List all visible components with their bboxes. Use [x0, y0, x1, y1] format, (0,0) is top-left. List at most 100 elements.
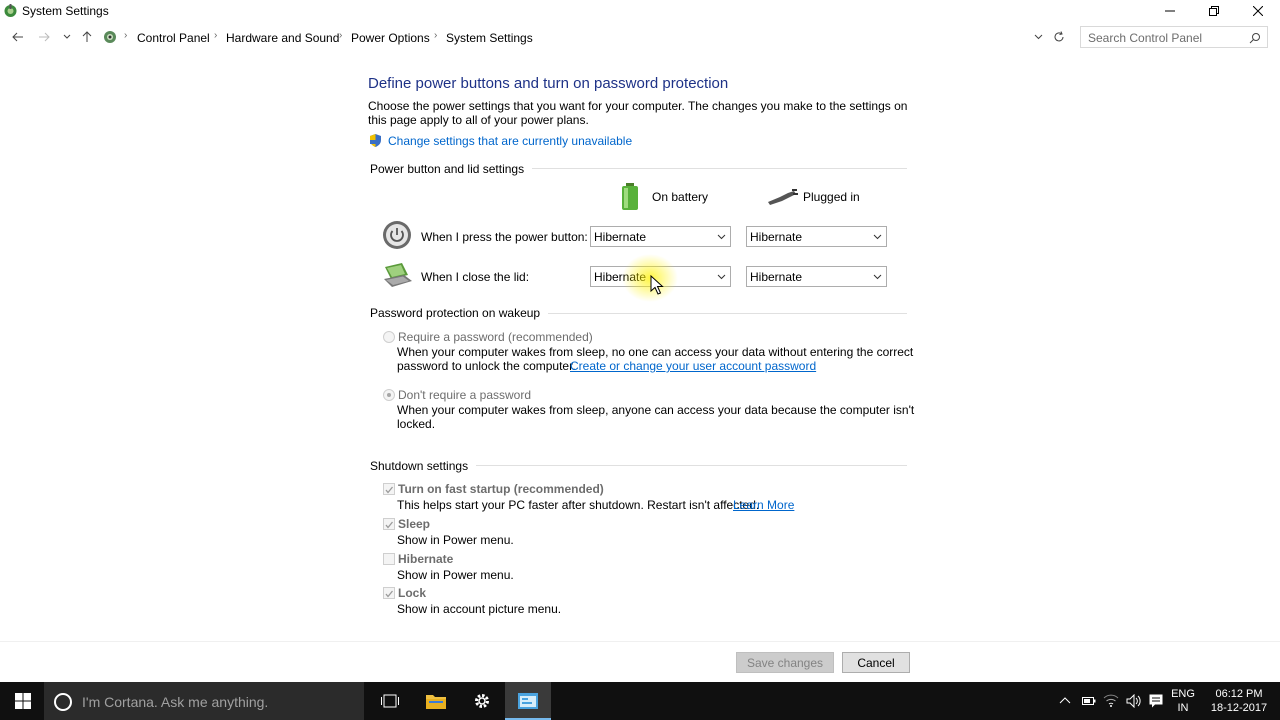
dont-require-password-radio[interactable] — [383, 389, 395, 401]
sleep-label: Sleep — [398, 517, 431, 531]
language-indicator[interactable]: ENG IN — [1168, 687, 1198, 715]
folder-icon — [426, 695, 446, 709]
select-value: Hibernate — [750, 270, 803, 284]
search-icon[interactable] — [1249, 32, 1261, 44]
dont-require-password-desc: When your computer wakes from sleep, any… — [397, 403, 915, 417]
settings-app-button[interactable] — [459, 682, 505, 720]
lock-label: Lock — [398, 586, 427, 600]
arrow-up-icon — [82, 31, 92, 42]
change-password-link[interactable]: Create or change your user account passw… — [570, 359, 816, 373]
battery-icon — [622, 183, 638, 210]
file-explorer-button[interactable] — [413, 682, 459, 720]
search-input[interactable]: Search Control Panel — [1080, 26, 1268, 48]
shutdown-section-label: Shutdown settings — [370, 459, 477, 473]
check-icon — [385, 486, 394, 494]
clock-date: 18-12-2017 — [1210, 702, 1268, 714]
clock[interactable]: 06:12 PM 18-12-2017 — [1204, 687, 1274, 715]
hibernate-desc: Show in Power menu. — [397, 568, 514, 582]
address-bar[interactable]: › Control Panel › Hardware and Sound › P… — [100, 26, 1050, 48]
windows-logo-icon — [15, 693, 31, 709]
close-button[interactable] — [1236, 0, 1280, 22]
require-password-label: Require a password (recommended) — [398, 330, 593, 344]
back-button[interactable] — [8, 26, 28, 48]
forward-button[interactable] — [34, 26, 54, 48]
cortana-icon — [54, 693, 72, 711]
chevron-right-icon: › — [124, 30, 128, 41]
hibernate-label: Hibernate — [398, 552, 454, 566]
sleep-checkbox[interactable] — [383, 518, 395, 530]
close-lid-plugged-select[interactable]: Hibernate — [746, 266, 887, 287]
shield-icon — [370, 134, 381, 147]
power-button-battery-select[interactable]: Hibernate — [590, 226, 731, 247]
clock-time: 06:12 PM — [1215, 688, 1263, 700]
fast-startup-desc: This helps start your PC faster after sh… — [397, 498, 760, 512]
task-view-button[interactable] — [367, 682, 413, 720]
language-code: ENG — [1171, 688, 1195, 700]
power-button-label: When I press the power button: — [421, 230, 588, 244]
cortana-search[interactable]: I'm Cortana. Ask me anything. — [44, 682, 364, 720]
gear-icon — [475, 694, 489, 708]
up-button[interactable] — [77, 26, 97, 48]
breadcrumb-system-settings[interactable]: System Settings — [446, 31, 533, 45]
close-lid-label: When I close the lid: — [421, 270, 530, 284]
recent-locations-button[interactable] — [57, 26, 77, 48]
region-code: IN — [1177, 702, 1189, 714]
chevron-down-icon — [873, 234, 882, 240]
fast-startup-checkbox[interactable] — [383, 483, 395, 495]
lock-checkbox[interactable] — [383, 587, 395, 599]
minimize-button[interactable] — [1148, 0, 1192, 22]
lock-desc: Show in account picture menu. — [397, 602, 562, 616]
minimize-icon — [1165, 10, 1175, 12]
breadcrumb-hardware-and-sound[interactable]: Hardware and Sound — [226, 31, 339, 45]
wifi-icon[interactable] — [1103, 693, 1119, 707]
action-center-icon[interactable] — [1149, 694, 1163, 708]
chevron-right-icon: › — [434, 30, 438, 41]
volume-icon[interactable] — [1126, 694, 1142, 708]
require-password-radio[interactable] — [383, 331, 395, 343]
change-settings-link[interactable]: Change settings that are currently unava… — [388, 134, 632, 148]
control-panel-taskbar-button[interactable] — [505, 682, 551, 720]
hibernate-checkbox[interactable] — [383, 553, 395, 565]
plug-icon — [768, 189, 798, 205]
chevron-down-icon — [63, 34, 71, 39]
navigation-bar: › Control Panel › Hardware and Sound › P… — [0, 24, 1280, 50]
footer-divider — [0, 641, 1280, 642]
fast-startup-label: Turn on fast startup (recommended) — [398, 482, 604, 496]
arrow-right-icon — [39, 32, 50, 42]
save-changes-button[interactable]: Save changes — [736, 652, 834, 673]
breadcrumb-power-options[interactable]: Power Options — [351, 31, 430, 45]
power-button-plugged-select[interactable]: Hibernate — [746, 226, 887, 247]
chevron-up-icon[interactable] — [1059, 696, 1071, 704]
chevron-right-icon: › — [339, 30, 343, 41]
cursor-highlight — [622, 254, 678, 302]
learn-more-link[interactable]: Learn More — [733, 498, 794, 512]
power-button-icon — [383, 221, 411, 249]
refresh-button[interactable] — [1049, 26, 1069, 48]
sleep-desc: Show in Power menu. — [397, 533, 514, 547]
restore-icon — [1209, 6, 1219, 16]
restore-button[interactable] — [1192, 0, 1236, 22]
chevron-down-icon — [873, 274, 882, 280]
chevron-down-icon[interactable] — [1034, 34, 1043, 40]
require-password-desc-2: password to unlock the computer. — [397, 359, 576, 373]
chevron-right-icon: › — [214, 30, 218, 41]
breadcrumb-control-panel[interactable]: Control Panel — [137, 31, 210, 45]
require-password-desc: When your computer wakes from sleep, no … — [397, 345, 914, 359]
chevron-down-icon — [717, 274, 726, 280]
dont-require-password-label: Don't require a password — [398, 388, 532, 402]
page-description: Choose the power settings that you want … — [368, 99, 908, 127]
laptop-lid-icon — [384, 263, 412, 287]
control-panel-window-icon — [518, 693, 538, 709]
cancel-button[interactable]: Cancel — [842, 652, 910, 673]
cortana-placeholder: I'm Cortana. Ask me anything. — [82, 694, 269, 710]
start-button[interactable] — [0, 682, 46, 720]
plugged-in-header: Plugged in — [803, 190, 860, 204]
power-section-label: Power button and lid settings — [370, 162, 533, 176]
password-section-label: Password protection on wakeup — [370, 306, 549, 320]
task-view-icon — [381, 694, 399, 708]
battery-tray-icon[interactable] — [1082, 695, 1096, 707]
arrow-left-icon — [12, 32, 23, 42]
page-title: Define power buttons and turn on passwor… — [368, 75, 729, 92]
search-placeholder: Search Control Panel — [1088, 31, 1203, 45]
close-icon — [1253, 6, 1263, 16]
